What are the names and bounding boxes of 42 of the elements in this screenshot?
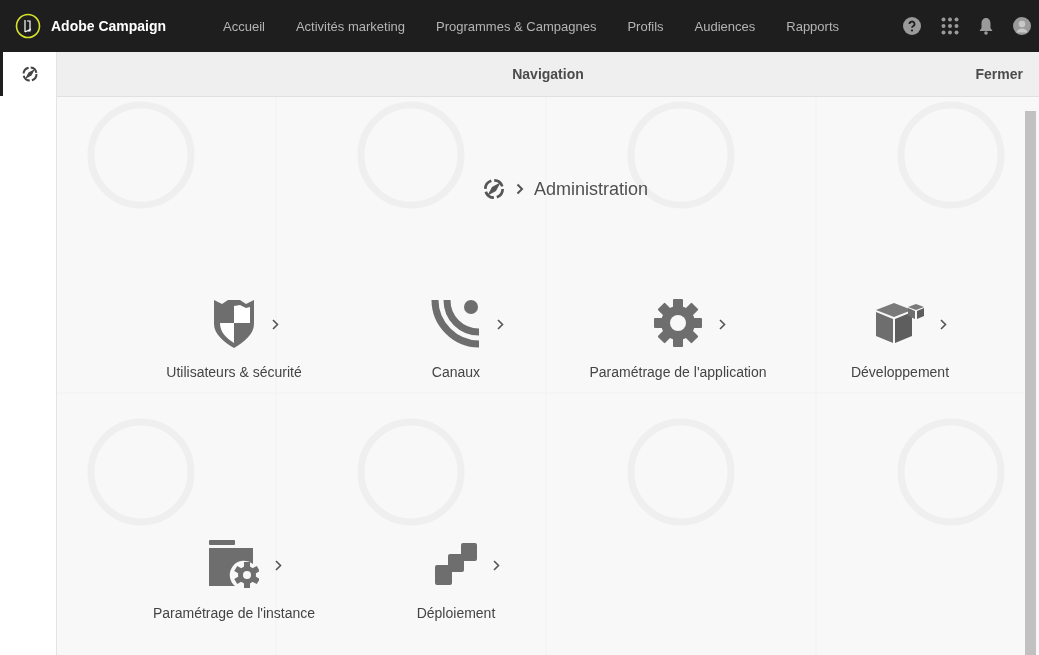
admin-item-label: Canaux <box>431 364 481 380</box>
help-icon[interactable] <box>903 17 921 35</box>
stacked-squares-icon <box>435 543 477 585</box>
chevron-icon <box>516 183 524 195</box>
navigation-title: Navigation <box>512 66 584 82</box>
logo-icon <box>15 13 41 39</box>
nav-link[interactable]: Audiences <box>694 18 756 34</box>
breadcrumb-label: Administration <box>534 178 649 200</box>
nav-link[interactable]: Rapports <box>786 18 839 34</box>
signal-icon <box>431 298 481 348</box>
gear-icon <box>653 298 703 348</box>
chevron-icon <box>719 319 726 330</box>
chevron-icon <box>940 319 947 330</box>
scrollbar[interactable] <box>1025 111 1036 655</box>
shield-icon <box>212 298 256 348</box>
chevron-icon <box>497 319 504 330</box>
compass-icon <box>20 65 39 83</box>
compass-icon <box>482 177 506 201</box>
product-name: Adobe Campaign <box>51 18 167 34</box>
admin-item-label: Paramétrage de l'instance <box>152 605 316 621</box>
nav-link[interactable]: Activités marketing <box>295 18 405 34</box>
admin-item[interactable]: Utilisateurs & sécurité <box>123 297 345 380</box>
folder-gear-icon <box>209 540 259 588</box>
bell-icon[interactable] <box>979 17 993 35</box>
nav-link[interactable]: Programmes & Campagnes <box>436 18 597 34</box>
nav-link[interactable]: Profils <box>627 18 664 34</box>
chevron-icon <box>493 560 500 571</box>
avatar-icon[interactable] <box>1013 17 1031 35</box>
admin-item-label: Déploiement <box>416 605 496 621</box>
admin-item[interactable]: Déploiement <box>345 538 567 621</box>
nav-link[interactable]: Accueil <box>223 18 265 34</box>
admin-item-label: Utilisateurs & sécurité <box>166 364 302 380</box>
apps-grid-icon[interactable] <box>941 17 959 35</box>
chevron-icon <box>272 319 279 330</box>
admin-item[interactable]: Développement <box>789 297 1011 380</box>
admin-item-label: Paramétrage de l'application <box>589 364 767 380</box>
close-link[interactable]: Fermer <box>975 66 1023 82</box>
admin-item[interactable]: Canaux <box>345 297 567 380</box>
admin-item-label: Développement <box>850 364 950 380</box>
chevron-icon <box>275 560 282 571</box>
admin-item[interactable]: Paramétrage de l'instance <box>123 538 345 621</box>
admin-item[interactable]: Paramétrage de l'application <box>567 297 789 380</box>
